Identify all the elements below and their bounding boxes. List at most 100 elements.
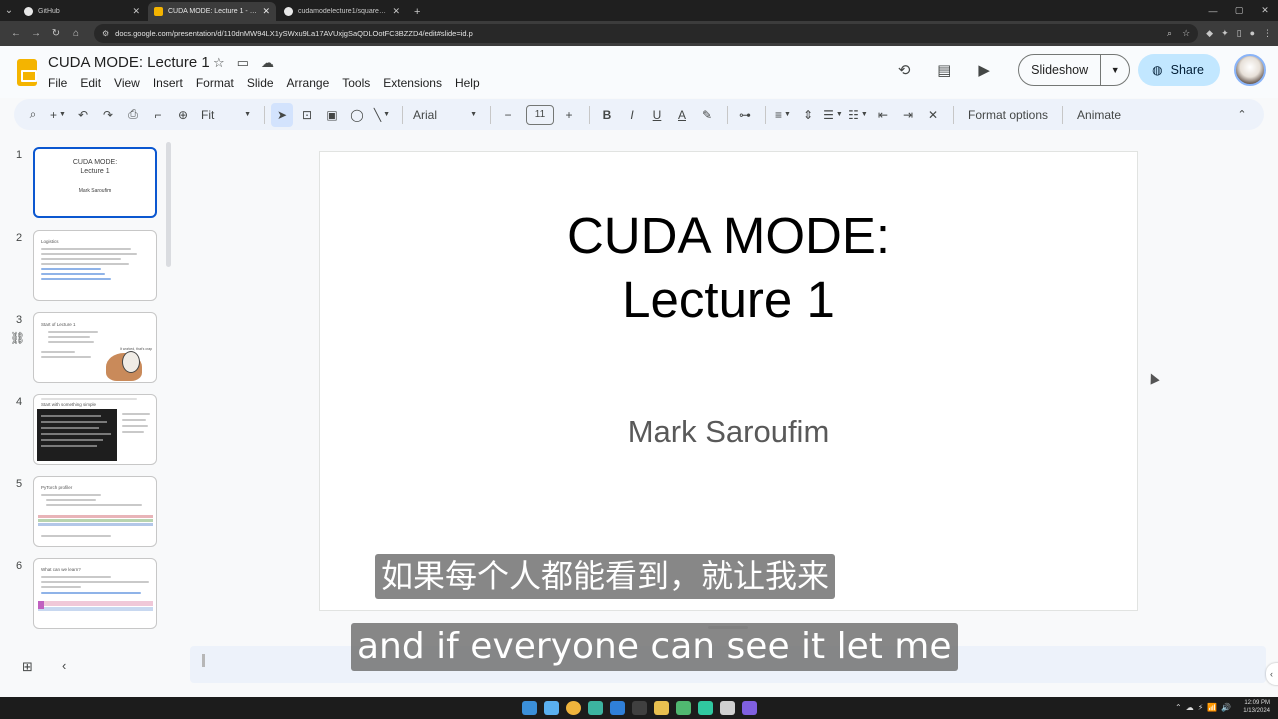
terminal-icon[interactable]: [632, 701, 647, 715]
menu-slide[interactable]: Slide: [247, 76, 274, 90]
profile-icon[interactable]: ●: [1250, 28, 1255, 39]
menu-insert[interactable]: Insert: [153, 76, 183, 90]
browser-tab-kernel[interactable]: cudamodelecture1/square_kernel ✕: [278, 2, 406, 21]
slides-logo-icon[interactable]: [17, 59, 37, 86]
tab-search-icon[interactable]: ⌄: [0, 0, 18, 21]
star-icon[interactable]: ☆: [213, 55, 225, 71]
cloud-status-icon[interactable]: ☁: [261, 55, 274, 71]
system-tray-icons[interactable]: ⌃☁⚡📶🔊: [1175, 703, 1235, 712]
search-menus-icon[interactable]: ⌕: [22, 103, 44, 127]
link-chain-icon[interactable]: ⛓: [10, 331, 25, 345]
home-icon[interactable]: ⌂: [66, 28, 86, 39]
chevron-down-icon[interactable]: ▼: [1101, 55, 1129, 85]
bold-icon[interactable]: B: [596, 103, 618, 127]
close-tab-icon[interactable]: ✕: [132, 6, 140, 17]
taskbar-app-icon[interactable]: [698, 701, 713, 715]
reload-icon[interactable]: ↻: [46, 28, 66, 39]
close-tab-icon[interactable]: ✕: [262, 6, 270, 17]
slide-thumbnail[interactable]: Logistics: [33, 230, 157, 301]
insert-image-icon[interactable]: ▣: [321, 103, 343, 127]
slide-subtitle[interactable]: Mark Saroufim: [320, 414, 1137, 450]
chevron-left-icon[interactable]: ‹: [62, 658, 66, 673]
increase-font-size-icon[interactable]: +: [558, 103, 580, 127]
chrome-icon[interactable]: [566, 701, 581, 715]
menu-help[interactable]: Help: [455, 76, 480, 90]
decrease-font-size-icon[interactable]: −: [497, 103, 519, 127]
redo-icon[interactable]: ↷: [97, 103, 119, 127]
expand-side-panel-icon[interactable]: ‹: [1266, 663, 1278, 685]
menu-edit[interactable]: Edit: [80, 76, 101, 90]
undo-icon[interactable]: ↶: [72, 103, 94, 127]
close-window-icon[interactable]: ✕: [1252, 5, 1278, 16]
taskbar-app-icon[interactable]: [588, 701, 603, 715]
slide-thumbnail[interactable]: Start of Lecture 1 It worked, that's cra…: [33, 312, 157, 383]
line-icon[interactable]: ╲ ▼: [371, 103, 393, 127]
back-icon[interactable]: ←: [6, 28, 26, 39]
clear-formatting-icon[interactable]: ✕: [922, 103, 944, 127]
slideshow-label[interactable]: Slideshow: [1019, 55, 1102, 85]
align-icon[interactable]: ≡ ▼: [772, 103, 794, 127]
share-button[interactable]: ◍ Share: [1138, 54, 1220, 86]
paint-format-icon[interactable]: ⌐: [147, 103, 169, 127]
taskbar-app-icon[interactable]: [676, 701, 691, 715]
slideshow-button[interactable]: Slideshow ▼: [1018, 54, 1131, 86]
move-folder-icon[interactable]: ▭: [237, 55, 249, 71]
version-history-icon[interactable]: ⟲: [888, 54, 920, 86]
file-explorer-icon[interactable]: [654, 701, 669, 715]
extension-icon[interactable]: ◆: [1206, 28, 1213, 39]
italic-icon[interactable]: I: [621, 103, 643, 127]
browser-tab-github[interactable]: GitHub ✕: [18, 2, 146, 21]
increase-indent-icon[interactable]: ⇥: [897, 103, 919, 127]
restore-icon[interactable]: ▢: [1226, 5, 1252, 16]
site-info-icon[interactable]: ⚙: [102, 29, 109, 38]
text-color-icon[interactable]: A: [671, 103, 693, 127]
underline-icon[interactable]: U: [646, 103, 668, 127]
menu-file[interactable]: File: [48, 76, 67, 90]
print-icon[interactable]: ⎙: [122, 103, 144, 127]
close-tab-icon[interactable]: ✕: [392, 6, 400, 17]
bookmark-star-icon[interactable]: ☆: [1182, 28, 1190, 39]
font-size-input[interactable]: 11: [526, 104, 554, 125]
new-tab-button[interactable]: +: [408, 2, 426, 21]
slide-thumbnail[interactable]: Start with something simple: [33, 394, 157, 465]
url-field[interactable]: ⚙ docs.google.com/presentation/d/110dnMW…: [94, 24, 1199, 43]
filmstrip-scrollbar[interactable]: [166, 142, 171, 267]
discord-icon[interactable]: [742, 701, 757, 715]
menu-arrange[interactable]: Arrange: [287, 76, 330, 90]
side-panel-icon[interactable]: ▯: [1237, 28, 1242, 39]
extensions-puzzle-icon[interactable]: ✦: [1221, 28, 1229, 39]
numbered-list-icon[interactable]: ☷ ▼: [847, 103, 869, 127]
taskbar-app-icon[interactable]: [720, 701, 735, 715]
slide-thumbnail[interactable]: CUDA MODE: Lecture 1 Mark Saroufim: [33, 147, 157, 218]
browser-menu-icon[interactable]: ⋮: [1263, 28, 1272, 39]
filmstrip-slide-2[interactable]: 2 Logistics: [0, 230, 170, 302]
current-slide[interactable]: CUDA MODE: Lecture 1 Mark Saroufim: [319, 151, 1138, 611]
chevron-up-icon[interactable]: ⌃: [1231, 103, 1253, 127]
filmstrip-slide-4[interactable]: 4 Start with something simple: [0, 394, 170, 466]
menu-format[interactable]: Format: [196, 76, 234, 90]
taskbar-clock[interactable]: 12:09 PM 1/13/2024: [1243, 699, 1270, 715]
zoom-select[interactable]: Fit ▼: [197, 103, 255, 127]
shape-icon[interactable]: ◯: [346, 103, 368, 127]
grid-view-icon[interactable]: ⊞: [22, 659, 33, 675]
windows-start-icon[interactable]: [522, 701, 537, 715]
format-options-button[interactable]: Format options: [960, 108, 1056, 122]
comments-icon[interactable]: ▤: [928, 54, 960, 86]
zoom-icon[interactable]: ⌕: [1167, 28, 1172, 39]
vscode-icon[interactable]: [610, 701, 625, 715]
menu-extensions[interactable]: Extensions: [383, 76, 442, 90]
decrease-indent-icon[interactable]: ⇤: [872, 103, 894, 127]
text-box-icon[interactable]: ⊡: [296, 103, 318, 127]
highlight-color-icon[interactable]: ✎: [696, 103, 718, 127]
filmstrip-slide-3[interactable]: 3 Start of Lecture 1 It worked, that's c…: [0, 312, 170, 384]
taskbar-app-icon[interactable]: [544, 701, 559, 715]
insert-link-icon[interactable]: ⊶: [734, 103, 756, 127]
filmstrip-slide-5[interactable]: 5 PyTorch profiler: [0, 476, 170, 548]
new-slide-icon[interactable]: + ▼: [47, 103, 69, 127]
menu-view[interactable]: View: [114, 76, 140, 90]
minimize-icon[interactable]: —: [1200, 6, 1226, 16]
document-title[interactable]: CUDA MODE: Lecture 1: [48, 54, 210, 71]
browser-tab-slides[interactable]: CUDA MODE: Lecture 1 - Google ✕: [148, 2, 276, 21]
slide-thumbnail[interactable]: PyTorch profiler: [33, 476, 157, 547]
bulleted-list-icon[interactable]: ☰ ▼: [822, 103, 844, 127]
